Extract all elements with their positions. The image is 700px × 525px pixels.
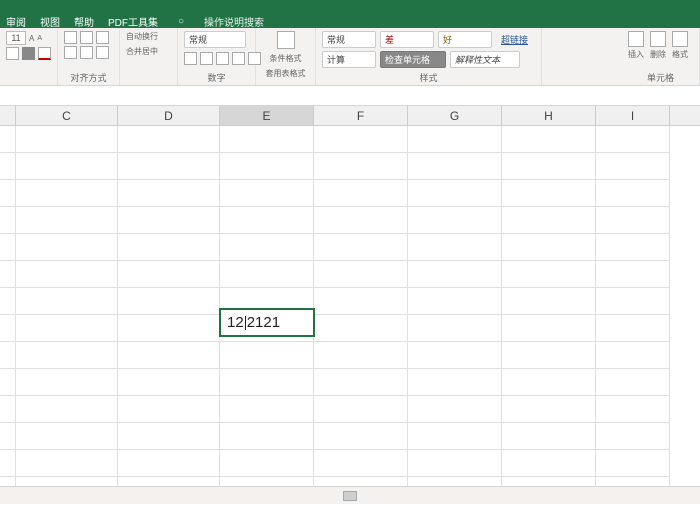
table-row [0,342,700,369]
table-row [0,153,700,180]
align-bot-icon[interactable] [96,31,109,44]
tab-review[interactable]: 审阅 [6,14,26,29]
border-icon[interactable] [6,47,19,60]
group-cells-label: 单元格 [628,71,693,84]
merge-center-button[interactable]: 合并居中 [126,46,158,57]
style-bad[interactable]: 差 [380,31,434,48]
insert-icon[interactable] [628,31,644,47]
table-row [0,396,700,423]
align-center-icon[interactable] [80,46,93,59]
group-cells: 插入 删除 格式 单元格 [622,28,700,85]
style-check-cell[interactable]: 检查单元格 [380,51,446,68]
align-left-icon[interactable] [64,46,77,59]
inc-decimal-icon[interactable] [232,52,245,65]
table-row [0,180,700,207]
table-row [0,450,700,477]
table-row [0,315,700,342]
format-button[interactable]: 格式 [672,49,688,60]
comma-icon[interactable] [216,52,229,65]
status-bar [0,486,700,504]
group-number-label: 数字 [184,71,249,84]
style-good[interactable]: 好 [438,31,492,48]
col-header-g[interactable]: G [408,106,502,125]
col-header-i[interactable]: I [596,106,670,125]
table-row [0,234,700,261]
wrap-text-button[interactable]: 自动换行 [126,31,158,42]
increase-font-icon[interactable]: A [29,34,34,43]
percent-icon[interactable] [200,52,213,65]
table-row [0,288,700,315]
table-row [0,261,700,288]
tab-help[interactable]: 帮助 [74,14,94,29]
font-size-box[interactable]: 11 [6,31,26,45]
col-header-d[interactable]: D [118,106,220,125]
table-row [0,126,700,153]
align-top-icon[interactable] [64,31,77,44]
table-row [0,369,700,396]
number-format-dropdown[interactable]: 常规 [184,31,246,48]
table-row [0,423,700,450]
decrease-font-icon[interactable]: A [37,35,42,42]
worksheet[interactable]: C D E F G H I 122121 [0,106,700,504]
formula-bar[interactable] [0,86,700,106]
group-wrap: 自动换行 合并居中 [120,28,178,85]
table-row [0,207,700,234]
align-mid-icon[interactable] [80,31,93,44]
font-color-icon[interactable] [38,47,51,60]
col-header-h[interactable]: H [502,106,596,125]
group-alignment-label: 对齐方式 [64,71,113,84]
tab-pdf[interactable]: PDF工具集 [108,14,158,29]
style-normal[interactable]: 常规 [322,31,376,48]
tab-view[interactable]: 视图 [40,14,60,29]
style-explain[interactable]: 解释性文本 [450,51,520,68]
ribbon-tabs: 审阅 视图 帮助 PDF工具集 ○ 操作说明搜索 [0,14,700,28]
group-styles: 常规 差 好 超链接 计算 检查单元格 解释性文本 样式 [316,28,542,85]
title-bar [0,0,700,14]
column-headers: C D E F G H I [0,106,700,126]
cond-format-icon[interactable] [277,31,295,49]
group-alignment: 对齐方式 [58,28,120,85]
delete-button[interactable]: 删除 [650,49,666,60]
col-header-e[interactable]: E [220,106,314,125]
style-hyperlink[interactable]: 超链接 [496,31,540,48]
horizontal-scroll-thumb[interactable] [343,491,357,501]
style-calc[interactable]: 计算 [322,51,376,68]
format-icon[interactable] [672,31,688,47]
delete-icon[interactable] [650,31,666,47]
tell-me-icon: ○ [178,16,184,27]
align-right-icon[interactable] [96,46,109,59]
col-header-f[interactable]: F [314,106,408,125]
col-header-c[interactable]: C [16,106,118,125]
insert-button[interactable]: 插入 [628,49,644,60]
table-format-button[interactable]: 套用表格式 [266,68,306,79]
grid-body[interactable]: 122121 [0,126,700,504]
col-header-b[interactable] [0,106,16,125]
ribbon: 11 A A [0,28,700,86]
group-font: 11 A A [0,28,58,85]
group-styles-label: 样式 [322,71,535,84]
fill-color-icon[interactable] [22,47,35,60]
tell-me[interactable]: 操作说明搜索 [204,14,264,29]
group-cond-format: 条件格式 套用表格式 [256,28,316,85]
group-number: 常规 数字 [178,28,256,85]
currency-icon[interactable] [184,52,197,65]
cond-format-button[interactable]: 条件格式 [270,53,302,64]
